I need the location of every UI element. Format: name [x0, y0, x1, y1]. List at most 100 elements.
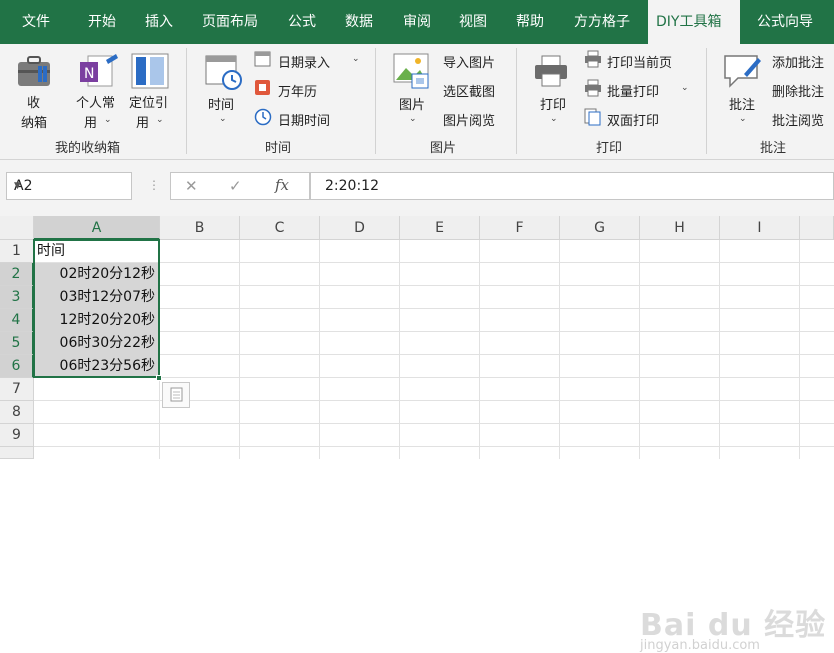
row-header-4[interactable]: 4 — [0, 309, 34, 332]
browse-comment-button[interactable]: 批注阅览 — [772, 110, 824, 129]
date-entry-icon — [254, 51, 271, 67]
perpetual-calendar-button[interactable]: 万年历 — [278, 81, 317, 100]
fill-handle[interactable] — [156, 375, 162, 381]
tab-review[interactable]: 审阅 — [403, 0, 431, 44]
print-current-page-icon — [585, 50, 601, 68]
name-box[interactable]: A2 ▼ — [6, 172, 132, 200]
tab-formulas[interactable]: 公式 — [288, 0, 316, 44]
batch-print-button[interactable]: 批量打印 — [607, 81, 659, 100]
group-separator — [516, 48, 517, 154]
row-header-2[interactable]: 2 — [0, 263, 34, 286]
personal-common-button[interactable]: N — [78, 52, 120, 94]
locate-reference-icon — [131, 53, 169, 89]
chevron-down-icon: ⌄ — [409, 114, 417, 124]
gridline — [239, 240, 240, 459]
ribbon-tab-bar: 文件 开始 插入 页面布局 公式 数据 审阅 视图 帮助 方方格子 DIY工具箱… — [0, 0, 834, 44]
column-header-c[interactable]: C — [240, 216, 320, 240]
picture-label: 图片 — [399, 98, 426, 113]
cancel-icon[interactable]: ✕ — [185, 177, 198, 195]
chevron-down-icon: ⌄ — [550, 114, 558, 124]
locate-reference-label-2: 用 — [136, 116, 150, 131]
row-header-1[interactable]: 1 — [0, 240, 34, 263]
watermark-url: jingyan.baidu.com — [640, 638, 760, 653]
tab-formula-wizard[interactable]: 公式向导 — [757, 0, 813, 44]
tab-help[interactable]: 帮助 — [516, 0, 544, 44]
personal-common-label-2: 用 — [84, 116, 98, 131]
batch-print-icon — [585, 79, 601, 97]
delete-comment-button[interactable]: 删除批注 — [772, 81, 824, 100]
group-label-time: 时间 — [265, 141, 292, 156]
chevron-down-icon: ⌄ — [156, 115, 164, 125]
enter-icon[interactable]: ✓ — [229, 177, 242, 195]
tab-file[interactable]: 文件 — [22, 0, 50, 44]
date-entry-button[interactable]: 日期录入 — [278, 52, 330, 71]
date-time-button[interactable]: 日期时间 — [278, 110, 330, 129]
group-label-picture: 图片 — [430, 141, 457, 156]
locate-reference-button[interactable] — [130, 52, 172, 94]
tab-page-layout[interactable]: 页面布局 — [202, 0, 258, 44]
picture-button[interactable] — [392, 52, 434, 96]
picture-icon — [393, 53, 429, 89]
row-header-9[interactable]: 9 — [0, 424, 34, 447]
gridline — [799, 240, 800, 459]
picture-browse-button[interactable]: 图片阅览 — [443, 110, 495, 129]
personal-common-label-1: 个人常 — [76, 96, 116, 111]
row-header-3[interactable]: 3 — [0, 286, 34, 309]
ribbon: 收 纳箱 N 个人常 用 ⌄ 定位引 用 ⌄ 我的收纳箱 时间 ⌄ 日期录入 ⌄… — [0, 44, 834, 160]
tab-insert[interactable]: 插入 — [145, 0, 173, 44]
row-header-7[interactable]: 7 — [0, 378, 34, 401]
print-label: 打印 — [540, 98, 567, 113]
comment-button[interactable] — [722, 52, 762, 96]
duplex-print-button[interactable]: 双面打印 — [607, 110, 659, 129]
column-header-d[interactable]: D — [320, 216, 400, 240]
chevron-down-icon: ⌄ — [352, 54, 360, 64]
toolbox-button[interactable] — [14, 52, 54, 94]
chevron-down-icon: ⌄ — [739, 114, 747, 124]
column-header-b[interactable]: B — [160, 216, 240, 240]
print-button[interactable] — [532, 54, 572, 94]
print-current-page-button[interactable]: 打印当前页 — [607, 52, 672, 71]
column-header-h[interactable]: H — [640, 216, 720, 240]
tab-view[interactable]: 视图 — [459, 0, 487, 44]
time-label: 时间 — [208, 98, 235, 113]
onenote-icon: N — [80, 54, 118, 87]
row-header-6[interactable]: 6 — [0, 355, 34, 378]
row-header-5[interactable]: 5 — [0, 332, 34, 355]
selection-border — [33, 239, 160, 378]
import-picture-button[interactable]: 导入图片 — [443, 52, 495, 71]
perpetual-calendar-icon — [255, 80, 270, 95]
drag-handle-icon[interactable]: ⋮ — [148, 178, 160, 192]
insert-function-icon[interactable]: fx — [275, 176, 289, 194]
column-header-g[interactable]: G — [560, 216, 640, 240]
quick-analysis-button[interactable] — [162, 382, 190, 408]
comment-icon — [724, 55, 761, 88]
row-header-8[interactable]: 8 — [0, 401, 34, 424]
chevron-down-icon: ⌄ — [104, 115, 112, 125]
column-header-a[interactable]: A — [34, 216, 160, 240]
group-separator — [706, 48, 707, 154]
add-comment-button[interactable]: 添加批注 — [772, 52, 824, 71]
tab-data[interactable]: 数据 — [345, 0, 373, 44]
tab-home[interactable]: 开始 — [88, 0, 116, 44]
printer-icon — [535, 55, 567, 87]
select-all-corner[interactable] — [0, 216, 34, 240]
column-header-j[interactable] — [800, 216, 834, 240]
row-header-10[interactable] — [0, 447, 34, 459]
tab-fangfang[interactable]: 方方格子 — [574, 0, 630, 44]
column-header-i[interactable]: I — [720, 216, 800, 240]
toolbox-icon — [18, 56, 50, 86]
formula-input[interactable]: 2:20:12 — [310, 172, 834, 200]
time-button[interactable] — [204, 52, 244, 96]
chevron-down-icon: ⌄ — [219, 114, 227, 124]
spreadsheet-grid[interactable]: A B C D E F G H I 1 2 3 4 5 6 7 8 9 时间 0… — [0, 216, 834, 653]
area-screenshot-button[interactable]: 选区截图 — [443, 81, 495, 100]
column-header-f[interactable]: F — [480, 216, 560, 240]
column-header-e[interactable]: E — [400, 216, 480, 240]
locate-reference-label-1: 定位引 — [129, 96, 169, 111]
toolbox-label-1: 收 — [27, 96, 41, 111]
duplex-print-icon — [584, 108, 601, 126]
tab-diy-toolbox[interactable]: DIY工具箱 — [648, 0, 740, 44]
gridline — [399, 240, 400, 459]
clock-icon — [254, 108, 272, 126]
gridline — [559, 240, 560, 459]
